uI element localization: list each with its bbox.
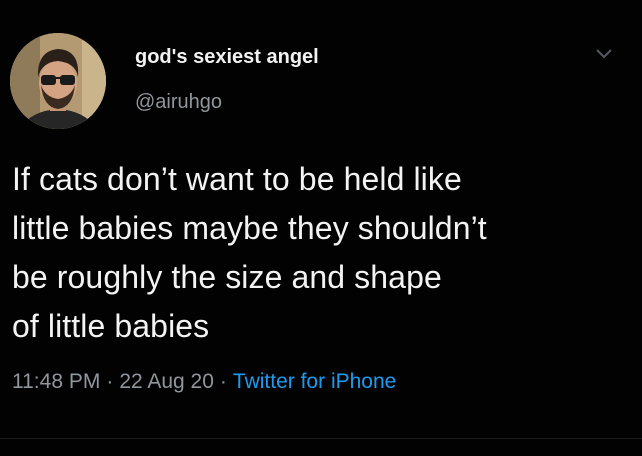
chevron-down-icon[interactable]	[594, 46, 614, 62]
tweet-time[interactable]: 11:48 PM	[12, 370, 100, 393]
tweet-text-line: little babies maybe they shouldn’t	[12, 210, 487, 246]
meta-separator: ·	[106, 370, 114, 393]
tweet-text-line: of little babies	[12, 308, 210, 344]
avatar-photo	[10, 33, 106, 129]
tweet-card: god's sexiest angel @airuhgo If cats don…	[0, 0, 642, 456]
author-handle[interactable]: @airuhgo	[135, 91, 222, 114]
avatar[interactable]	[10, 33, 106, 129]
tweet-source-link[interactable]: Twitter for iPhone	[233, 370, 396, 393]
author-display-name[interactable]: god's sexiest angel	[135, 46, 319, 69]
tweet-text-line: be roughly the size and shape	[12, 259, 442, 295]
meta-separator: ·	[219, 370, 227, 393]
tweet-text: If cats don’t want to be held like littl…	[12, 155, 627, 351]
divider	[0, 438, 642, 439]
tweet-date[interactable]: 22 Aug 20	[119, 370, 214, 393]
tweet-meta: 11:48 PM · 22 Aug 20 · Twitter for iPhone	[12, 370, 396, 394]
tweet-text-line: If cats don’t want to be held like	[12, 161, 462, 197]
